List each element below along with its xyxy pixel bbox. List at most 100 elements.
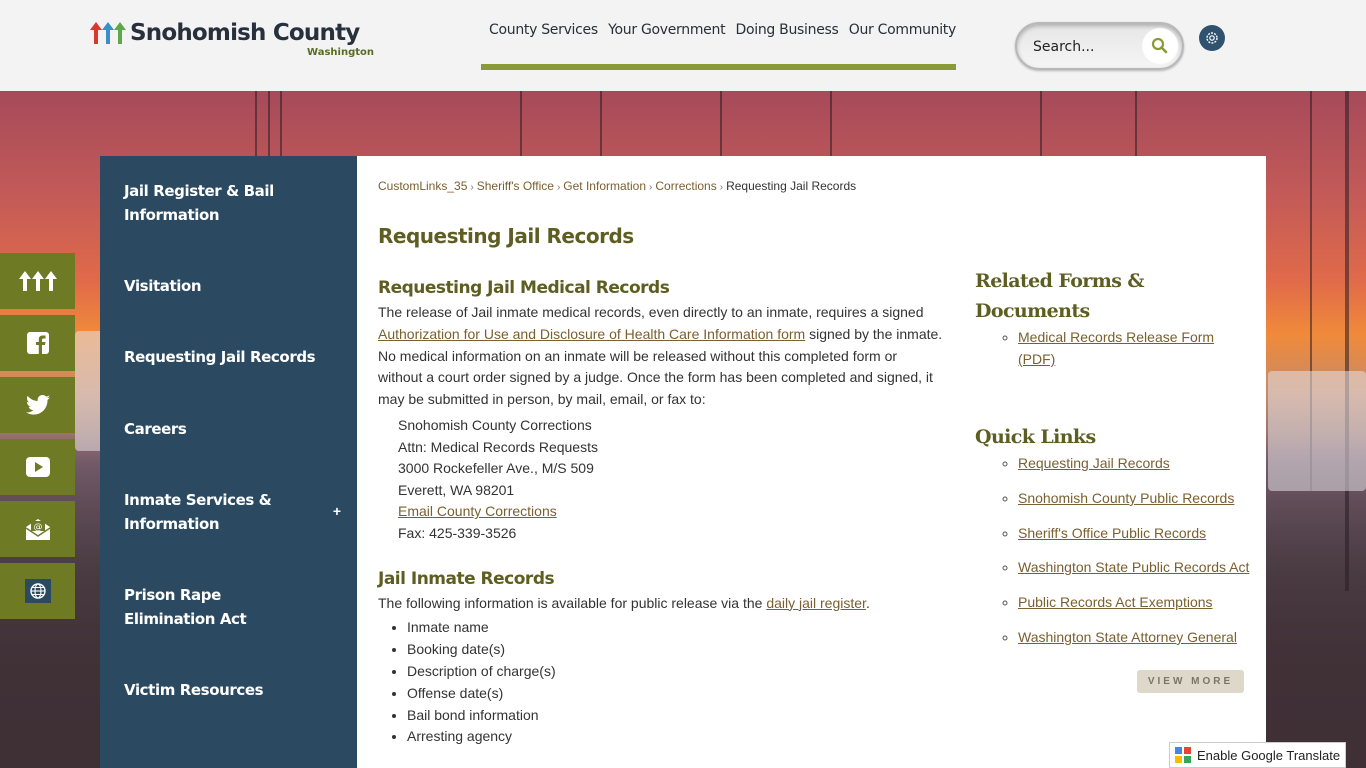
list-item: Description of charge(s)	[407, 661, 943, 683]
medical-records-paragraph: The release of Jail inmate medical recor…	[378, 302, 943, 411]
address-line: 3000 Rockefeller Ave., M/S 509	[398, 460, 594, 477]
youtube-icon	[25, 457, 50, 477]
breadcrumb-separator: ›	[719, 182, 724, 193]
facebook-icon	[26, 332, 49, 354]
list-item: Booking date(s)	[407, 639, 943, 661]
daily-jail-register-link[interactable]: daily jail register	[766, 595, 866, 611]
list-item: Washington State Attorney General	[1018, 626, 1250, 648]
county-logo[interactable]: Snohomish County Washington	[90, 20, 380, 65]
list-item: Offense date(s)	[407, 683, 943, 705]
social-twitter[interactable]	[0, 377, 75, 433]
nav-our-community[interactable]: Our Community	[849, 22, 957, 38]
breadcrumb-get-information[interactable]: Get Information	[563, 179, 646, 193]
inmate-records-paragraph: The following information is available f…	[378, 593, 943, 615]
list-item: Arresting agency	[407, 726, 943, 748]
nav-county-services[interactable]: County Services	[489, 22, 598, 38]
search-button[interactable]	[1142, 28, 1178, 64]
quick-link-wa-public-records-act[interactable]: Washington State Public Records Act	[1018, 559, 1249, 575]
inmate-info-list: Inmate name Booking date(s) Description …	[378, 617, 943, 748]
svg-text:@: @	[33, 523, 42, 533]
trees-icon	[90, 22, 126, 44]
social-bar: @	[0, 253, 75, 625]
google-translate-label: Enable Google Translate	[1197, 747, 1341, 763]
quick-link-requesting-jail-records[interactable]: Requesting Jail Records	[1018, 455, 1170, 471]
paragraph-text: The release of Jail inmate medical recor…	[378, 304, 924, 320]
site-header: Snohomish County Washington County Servi…	[0, 0, 1366, 91]
quick-link-county-public-records[interactable]: Snohomish County Public Records	[1018, 490, 1234, 506]
list-item: Medical Records Release Form (PDF)	[1018, 326, 1250, 370]
medical-records-heading: Requesting Jail Medical Records	[378, 278, 670, 298]
social-county-home[interactable]	[0, 253, 75, 309]
quick-link-sheriff-public-records[interactable]: Sheriff's Office Public Records	[1018, 525, 1206, 541]
quick-link-exemptions[interactable]: Public Records Act Exemptions	[1018, 594, 1213, 610]
breadcrumb: CustomLinks_35 › Sheriff's Office › Get Info…	[378, 179, 856, 193]
quick-links-heading: Quick Links	[975, 426, 1096, 448]
list-item: Snohomish County Public Records	[1018, 487, 1250, 509]
expand-icon[interactable]: +	[330, 504, 344, 518]
main-nav: County Services Your Government Doing Bu…	[481, 22, 956, 70]
search-input[interactable]	[1033, 36, 1133, 58]
nav-your-government[interactable]: Your Government	[608, 22, 725, 38]
page-title: Requesting Jail Records	[378, 224, 634, 248]
twitter-icon	[25, 395, 50, 415]
sidenav-inmate-services[interactable]: Inmate Services & Information	[124, 488, 284, 536]
sidenav-requesting-jail-records[interactable]: Requesting Jail Records	[124, 345, 324, 369]
breadcrumb-corrections[interactable]: Corrections	[655, 179, 716, 193]
section-nav: Jail Register & Bail Information Visitat…	[100, 156, 357, 768]
paragraph-text: .	[865, 594, 870, 611]
breadcrumb-customlinks[interactable]: CustomLinks_35	[378, 179, 467, 193]
quick-links-widget: Quick Links Requesting Jail Records Snoh…	[975, 422, 1250, 648]
article-body: Requesting Jail Medical Records The rele…	[378, 276, 943, 748]
list-item: Requesting Jail Records	[1018, 452, 1250, 474]
related-documents-heading: Related Forms & Documents	[975, 270, 1144, 322]
search-icon	[1151, 37, 1168, 54]
address-line: Everett, WA 98201	[398, 481, 515, 498]
inmate-records-heading: Jail Inmate Records	[378, 568, 555, 589]
list-item: Bail bond information	[407, 705, 943, 727]
sidenav-careers[interactable]: Careers	[124, 417, 324, 441]
settings-button[interactable]	[1199, 25, 1225, 51]
sidebar-widgets: Related Forms & Documents Medical Record…	[975, 266, 1250, 693]
sidenav-visitation[interactable]: Visitation	[124, 274, 324, 298]
quick-link-attorney-general[interactable]: Washington State Attorney General	[1018, 629, 1237, 645]
main-content: CustomLinks_35 › Sheriff's Office › Get Info…	[357, 156, 1266, 768]
email-icon: @	[25, 519, 50, 540]
related-documents-widget: Related Forms & Documents Medical Record…	[975, 266, 1250, 370]
list-item: Public Records Act Exemptions	[1018, 591, 1250, 613]
sidenav-victim-resources[interactable]: Victim Resources	[124, 678, 324, 702]
email-corrections-link[interactable]: Email County Corrections	[398, 503, 557, 519]
social-translate[interactable]	[0, 563, 75, 619]
list-item: Sheriff's Office Public Records	[1018, 522, 1250, 544]
nav-doing-business[interactable]: Doing Business	[736, 22, 839, 38]
breadcrumb-separator: ›	[649, 182, 653, 193]
address-line: Attn: Medical Records Requests	[398, 438, 598, 455]
list-item: Washington State Public Records Act	[1018, 556, 1250, 578]
trees-icon	[18, 271, 57, 291]
social-youtube[interactable]	[0, 439, 75, 495]
address-line: Snohomish County Corrections	[398, 416, 592, 433]
list-item: Inmate name	[407, 617, 943, 639]
breadcrumb-current: Requesting Jail Records	[726, 179, 857, 193]
social-email[interactable]: @	[0, 501, 75, 557]
search-box	[1015, 22, 1184, 70]
social-facebook[interactable]	[0, 315, 75, 371]
medical-records-section: Requesting Jail Medical Records The rele…	[378, 276, 943, 545]
gear-icon	[1206, 32, 1218, 44]
mailing-address: Snohomish County Corrections Attn: Medic…	[378, 415, 943, 545]
sidenav-jail-register[interactable]: Jail Register & Bail Information	[124, 179, 324, 227]
google-translate-button[interactable]: Enable Google Translate	[1169, 742, 1346, 768]
breadcrumb-separator: ›	[470, 182, 474, 193]
fax-number: Fax: 425-339-3526	[398, 524, 517, 541]
authorization-form-link[interactable]: Authorization for Use and Disclosure of …	[378, 326, 805, 342]
logo-name: Snohomish County	[130, 20, 360, 46]
nav-underline-bar	[481, 64, 956, 70]
breadcrumb-separator: ›	[556, 182, 561, 193]
google-translate-icon	[1175, 747, 1191, 763]
logo-subtitle: Washington	[307, 47, 374, 58]
globe-icon	[24, 579, 51, 603]
medical-release-form-link[interactable]: Medical Records Release Form (PDF)	[1018, 329, 1214, 367]
inmate-records-section: Jail Inmate Records The following inform…	[378, 567, 943, 749]
breadcrumb-sheriffs-office[interactable]: Sheriff's Office	[477, 179, 554, 193]
sidenav-prea[interactable]: Prison Rape Elimination Act	[124, 583, 314, 631]
view-more-button[interactable]: VIEW MORE	[1137, 670, 1244, 693]
